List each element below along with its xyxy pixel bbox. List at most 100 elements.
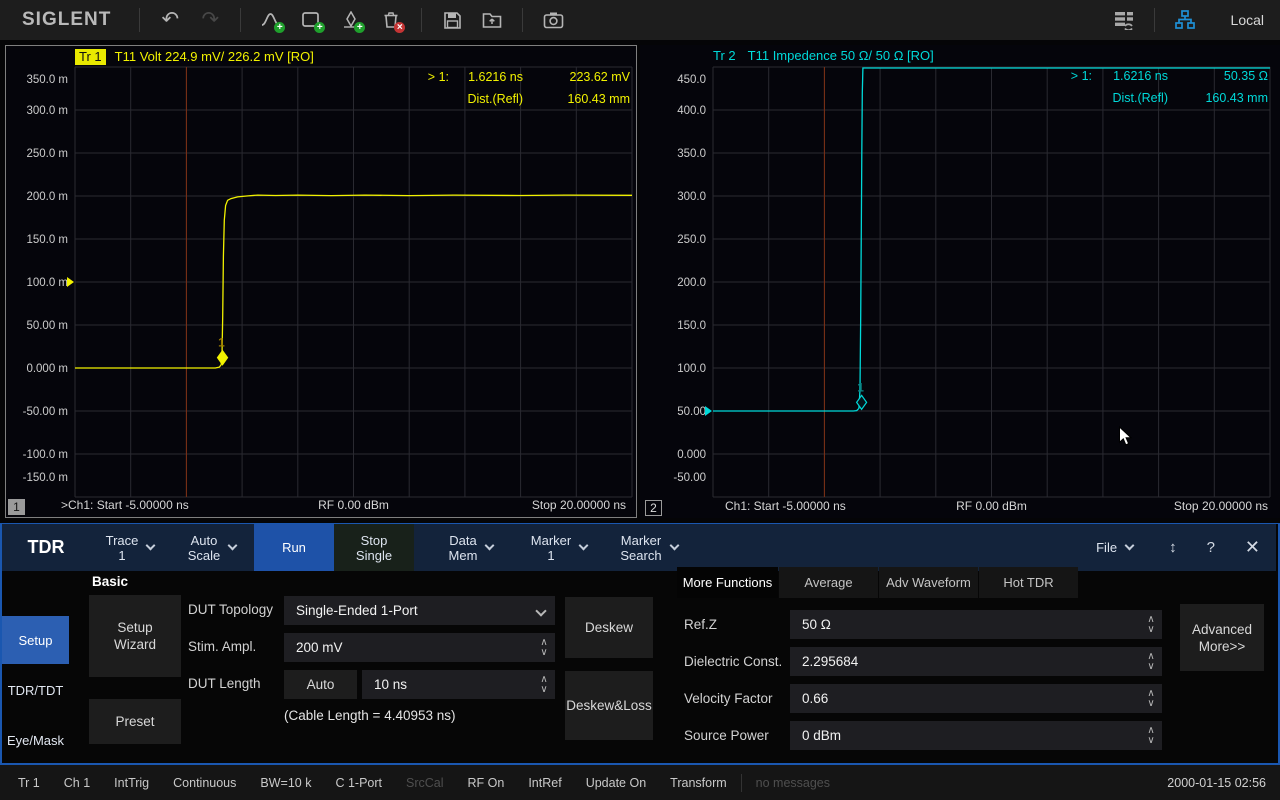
spin-up-button[interactable]: ∧ — [1144, 689, 1158, 699]
menu-marker-1[interactable]: Marker1 — [516, 524, 602, 571]
window-layout-icon[interactable] — [1104, 2, 1144, 38]
status-message: no messages — [756, 776, 830, 790]
y-axis-tick-labels: 450.0400.0350.0300.0250.0200.0150.0100.0… — [673, 74, 706, 484]
tab-adv-waveform[interactable]: Adv Waveform — [879, 567, 978, 598]
save-file-icon[interactable] — [432, 2, 472, 38]
window-1-badge[interactable]: 1 — [8, 499, 25, 515]
chevron-down-icon — [1125, 541, 1135, 551]
window-2-badge[interactable]: 2 — [645, 500, 662, 516]
tab-more-functions[interactable]: More Functions — [677, 567, 778, 598]
channel-info-2: 2 Ch1: Start -5.00000 ns RF 0.00 dBm Sto… — [640, 499, 1280, 516]
sidebar-item-tdr-tdt[interactable]: TDR/TDT — [2, 666, 69, 714]
setup-sidebar: Setup TDR/TDT Eye/Mask — [2, 571, 88, 763]
add-trace-icon[interactable]: + — [251, 2, 291, 38]
dut-length-auto-button[interactable]: Auto — [284, 670, 357, 699]
menu-data-mem[interactable]: DataMem — [426, 524, 516, 571]
status-bar: Tr 1Ch 1IntTrigContinuousBW=10 kC 1-Port… — [0, 765, 1280, 800]
menu-auto-scale[interactable]: AutoScale — [170, 524, 254, 571]
trace1-title: Tr 1 T11 Volt 224.9 mV/ 226.2 mV [RO] — [75, 48, 314, 65]
ref-level-arrow-icon[interactable] — [67, 277, 74, 287]
deskew-button[interactable]: Deskew — [565, 597, 653, 658]
add-window-icon[interactable]: + — [291, 2, 331, 38]
run-button[interactable]: Run — [254, 524, 334, 571]
svg-text:250.0 m: 250.0 m — [26, 148, 68, 160]
basic-section-title: Basic — [92, 574, 128, 589]
ref-z-input[interactable]: 50 Ω ∧∨ — [790, 610, 1162, 639]
lan-network-icon[interactable] — [1165, 2, 1205, 38]
tab-hot-tdr[interactable]: Hot TDR — [979, 567, 1078, 598]
svg-text:400.0: 400.0 — [677, 105, 706, 117]
spin-up-button[interactable]: ∧ — [1144, 615, 1158, 625]
advanced-more-button[interactable]: AdvancedMore>> — [1180, 604, 1264, 671]
menu-file[interactable]: File — [1090, 540, 1139, 555]
svg-text:-150.0 m: -150.0 m — [23, 472, 68, 484]
undo-icon[interactable]: ↶ — [150, 2, 190, 38]
svg-text:200.0: 200.0 — [677, 277, 706, 289]
tdr-impedance-plot[interactable]: 450.0400.0350.0300.0250.0200.0150.0100.0… — [640, 45, 1280, 518]
svg-text:50.00 m: 50.00 m — [26, 320, 68, 332]
svg-text:-50.00 m: -50.00 m — [23, 406, 68, 418]
toolbar-divider — [522, 8, 523, 32]
spin-down-button[interactable]: ∨ — [537, 648, 551, 658]
setup-wizard-button[interactable]: SetupWizard — [89, 595, 181, 677]
svg-text:300.0 m: 300.0 m — [26, 105, 68, 117]
marker-diamond[interactable] — [857, 395, 867, 409]
spin-up-button[interactable]: ∧ — [537, 675, 551, 685]
velocity-factor-label: Velocity Factor — [684, 691, 773, 706]
graph-window-2: 450.0400.0350.0300.0250.0200.0150.0100.0… — [640, 45, 1280, 518]
trace1-badge[interactable]: Tr 1 — [75, 49, 106, 65]
trace2-params: T11 Impedence 50 Ω/ 50 Ω [RO] — [748, 48, 934, 63]
stop-single-button[interactable]: StopSingle — [334, 524, 414, 571]
chevron-down-icon — [228, 541, 238, 551]
dut-topology-select[interactable]: Single-Ended 1-Port — [284, 596, 555, 625]
menu-marker-search[interactable]: MarkerSearch — [602, 524, 696, 571]
trace2-title: Tr 2 T11 Impedence 50 Ω/ 50 Ω [RO] — [713, 47, 934, 64]
status-item: Tr 1 — [18, 776, 40, 790]
tdr-volt-plot[interactable]: 350.0 m300.0 m250.0 m200.0 m150.0 m100.0… — [6, 46, 636, 517]
tab-average[interactable]: Average — [779, 567, 878, 598]
status-item: Continuous — [173, 776, 236, 790]
screenshot-icon[interactable] — [533, 2, 573, 38]
grid-lines — [713, 67, 1270, 497]
cable-length-note: (Cable Length = 4.40953 ns) — [284, 708, 456, 723]
spin-down-button[interactable]: ∨ — [1144, 699, 1158, 709]
preset-button[interactable]: Preset — [89, 699, 181, 744]
close-panel-icon[interactable]: ✕ — [1245, 537, 1260, 558]
spin-up-button[interactable]: ∧ — [1144, 652, 1158, 662]
delete-trace-icon[interactable]: × — [371, 2, 411, 38]
spin-up-button[interactable]: ∧ — [1144, 726, 1158, 736]
chevron-down-icon — [535, 605, 546, 616]
marker-diamond[interactable] — [218, 351, 228, 365]
trace2-badge[interactable]: Tr 2 — [713, 48, 736, 63]
source-power-input[interactable]: 0 dBm ∧∨ — [790, 721, 1162, 750]
dielectric-const-input[interactable]: 2.295684 ∧∨ — [790, 647, 1162, 676]
deskew-loss-button[interactable]: Deskew&Loss — [565, 671, 653, 740]
status-item: Ch 1 — [64, 776, 90, 790]
help-icon[interactable]: ? — [1207, 539, 1215, 556]
open-file-icon[interactable] — [472, 2, 512, 38]
redo-icon[interactable]: ↷ — [190, 2, 230, 38]
marker-number-label: 1 — [857, 380, 864, 394]
toolbar-divider — [139, 8, 140, 32]
resize-panel-icon[interactable]: ↕ — [1169, 539, 1177, 556]
svg-text:350.0: 350.0 — [677, 148, 706, 160]
velocity-factor-input[interactable]: 0.66 ∧∨ — [790, 684, 1162, 713]
dut-length-input[interactable]: 10 ns ∧∨ — [362, 670, 555, 699]
spin-down-button[interactable]: ∨ — [1144, 662, 1158, 672]
spin-down-button[interactable]: ∨ — [1144, 625, 1158, 635]
spin-up-button[interactable]: ∧ — [537, 638, 551, 648]
menu-trace[interactable]: Trace1 — [90, 524, 170, 571]
spin-down-button[interactable]: ∨ — [537, 685, 551, 695]
sidebar-item-setup[interactable]: Setup — [2, 616, 69, 664]
add-marker-icon[interactable]: + — [331, 2, 371, 38]
clock: 2000-01-15 02:56 — [1167, 776, 1266, 790]
sidebar-item-eye-mask[interactable]: Eye/Mask — [2, 716, 69, 764]
stim-ampl-input[interactable]: 200 mV ∧∨ — [284, 633, 555, 662]
svg-text:100.0: 100.0 — [677, 363, 706, 375]
svg-text:250.0: 250.0 — [677, 234, 706, 246]
spin-down-button[interactable]: ∨ — [1144, 736, 1158, 746]
graph-window-1: 350.0 m300.0 m250.0 m200.0 m150.0 m100.0… — [5, 45, 637, 518]
ref-level-arrow-icon[interactable] — [705, 406, 712, 416]
sweep-stop-1: Stop 20.00000 ns — [532, 498, 626, 512]
graph-area: 350.0 m300.0 m250.0 m200.0 m150.0 m100.0… — [0, 40, 1280, 523]
